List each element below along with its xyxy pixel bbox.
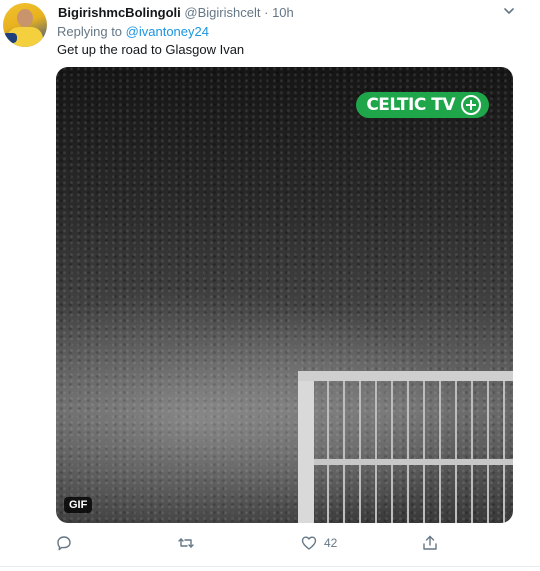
watermark-label: CELTIC TV	[366, 95, 455, 115]
celtic-tv-watermark: CELTIC TV	[356, 92, 489, 118]
fence-graphic	[298, 371, 513, 523]
retweet-button[interactable]	[177, 533, 201, 553]
tweet-text: Get up the road to Glasgow Ivan	[57, 42, 245, 57]
reply-mention-link[interactable]: @ivantoney24	[126, 24, 209, 39]
celtic-crest-icon	[461, 95, 481, 115]
chevron-down-icon[interactable]	[502, 4, 516, 18]
reply-context: Replying to @ivantoney24	[57, 24, 209, 39]
reply-icon	[57, 536, 71, 551]
avatar[interactable]	[3, 3, 47, 47]
reply-button[interactable]	[55, 533, 79, 553]
like-button[interactable]: 42	[300, 533, 337, 553]
like-count: 42	[324, 536, 338, 550]
avatar-head	[17, 9, 33, 27]
reply-prefix: Replying to	[57, 24, 123, 39]
gif-badge: GIF	[64, 497, 93, 513]
separator: ·	[264, 5, 269, 20]
author-name[interactable]: BigirishmcBolingoli	[58, 5, 181, 20]
author-handle[interactable]: @Bigirishcelt	[184, 5, 260, 20]
heart-icon	[301, 536, 317, 550]
avatar-sleeve	[3, 33, 17, 43]
tweet: BigirishmcBolingoli @Bigirishcelt · 10h …	[0, 0, 540, 571]
share-icon	[423, 535, 437, 550]
tweet-actions: 42	[55, 533, 455, 553]
share-button[interactable]	[421, 533, 445, 553]
timestamp[interactable]: 10h	[272, 5, 294, 20]
tweet-header: BigirishmcBolingoli @Bigirishcelt · 10h	[58, 5, 294, 20]
divider	[0, 566, 540, 567]
tweet-media-gif[interactable]: CELTIC TV GIF	[56, 67, 513, 523]
retweet-icon	[178, 538, 194, 548]
